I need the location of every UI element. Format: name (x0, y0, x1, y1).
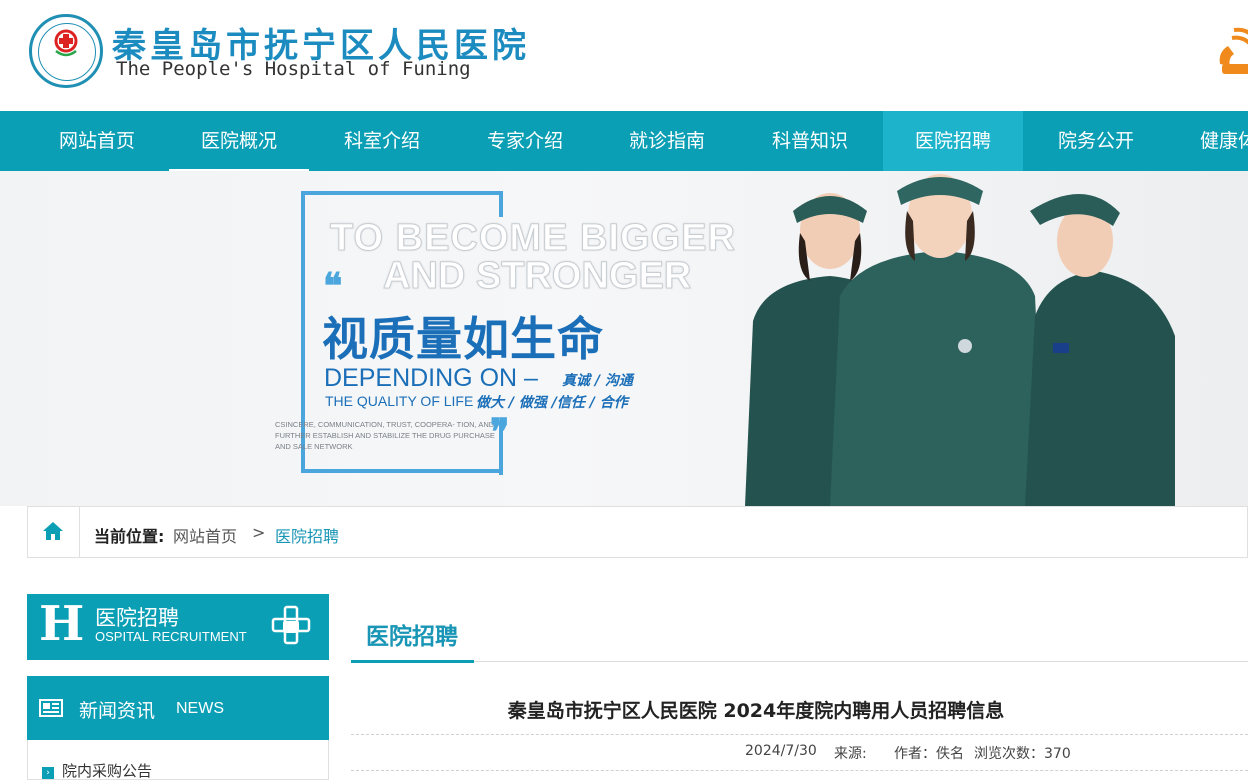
red-cross-icon (54, 29, 78, 57)
medical-bag-icon (271, 605, 311, 645)
breadcrumb: 当前位置: 网站首页 > 医院招聘 (27, 506, 1248, 558)
nav-item-affairs[interactable]: 院务公开 (1026, 111, 1166, 171)
sidebar-news-list: › 院内采购公告 (27, 740, 329, 780)
banner-small-text: CSINCERE, COMMUNICATION, TRUST, COOPERA-… (275, 420, 495, 451)
close-quote-icon: ❞ (490, 412, 510, 452)
breadcrumb-home[interactable] (28, 507, 80, 557)
banner-slogan: 视质量如生命 (322, 312, 604, 366)
main-nav: 网站首页 医院概况 科室介绍 专家介绍 就诊指南 科普知识 医院招聘 院务公开 … (0, 111, 1248, 171)
sidebar-title-letter: H (39, 596, 85, 652)
content-header: 医院招聘 (351, 604, 1248, 663)
breadcrumb-label: 当前位置: (94, 527, 165, 546)
nav-item-home[interactable]: 网站首页 (27, 111, 167, 171)
banner-depending: DEPENDING ON – (324, 364, 538, 392)
nav-item-overview[interactable]: 医院概况 (169, 111, 309, 171)
banner-headline-1: TO BECOME BIGGER (330, 217, 736, 260)
newspaper-icon (39, 699, 63, 717)
list-item[interactable]: › 院内采购公告 (42, 760, 152, 781)
sidebar-news-title: 新闻资讯 (79, 700, 156, 722)
banner-quality: THE QUALITY OF LIFE (325, 393, 474, 409)
sidebar-title-en: OSPITAL RECRUITMENT (95, 629, 247, 644)
sidebar-news-header: 新闻资讯 NEWS (27, 676, 329, 740)
hero-banner: TO BECOME BIGGER AND STRONGER ❝ 视质量如生命 D… (0, 171, 1248, 506)
nav-item-experts[interactable]: 专家介绍 (455, 111, 595, 171)
open-quote-icon: ❝ (323, 266, 343, 306)
breadcrumb-home-link[interactable]: 网站首页 (173, 523, 237, 547)
hospital-logo-emblem[interactable] (29, 14, 103, 88)
nav-item-science[interactable]: 科普知识 (740, 111, 880, 171)
article-meta: 2024/7/30 来源: 作者：佚名 浏览次数：370 (351, 743, 1248, 763)
banner-quality-cn: 做大 / 做强 /信任 / 合作 (476, 395, 628, 411)
nav-item-recruitment[interactable]: 医院招聘 (883, 111, 1023, 171)
tab-recruitment[interactable]: 医院招聘 (351, 604, 474, 663)
nav-item-health[interactable]: 健康体 (1168, 111, 1248, 171)
nav-item-guide[interactable]: 就诊指南 (597, 111, 737, 171)
sidebar-title: H 医院招聘 OSPITAL RECRUITMENT (27, 594, 329, 660)
banner-depending-cn: 真诚 / 沟通 (562, 373, 633, 389)
home-icon (43, 522, 63, 540)
banner-headline-2: AND STRONGER (382, 255, 692, 298)
sidebar-news-title-en: NEWS (176, 700, 224, 717)
article-date: 2024/7/30 (745, 743, 817, 759)
nurses-photo (745, 174, 1175, 506)
breadcrumb-current[interactable]: 医院招聘 (275, 523, 339, 547)
article-source: 来源: (834, 746, 867, 762)
breadcrumb-separator: > (252, 523, 266, 542)
article-title[interactable]: 秦皇岛市抚宁区人民医院 2024年度院内聘用人员招聘信息 (351, 696, 1161, 723)
hospital-name-en: The People's Hospital of Funing (116, 58, 471, 80)
phone-icon (1219, 27, 1248, 74)
article-views: 浏览次数：370 (974, 746, 1071, 762)
article-author: 作者：佚名 (894, 746, 964, 762)
site-header: 秦皇岛市抚宁区人民医院 The People's Hospital of Fun… (0, 0, 1248, 111)
sidebar-title-cn: 医院招聘 (95, 606, 179, 630)
chevron-right-icon: › (42, 767, 54, 779)
nav-item-departments[interactable]: 科室介绍 (312, 111, 452, 171)
